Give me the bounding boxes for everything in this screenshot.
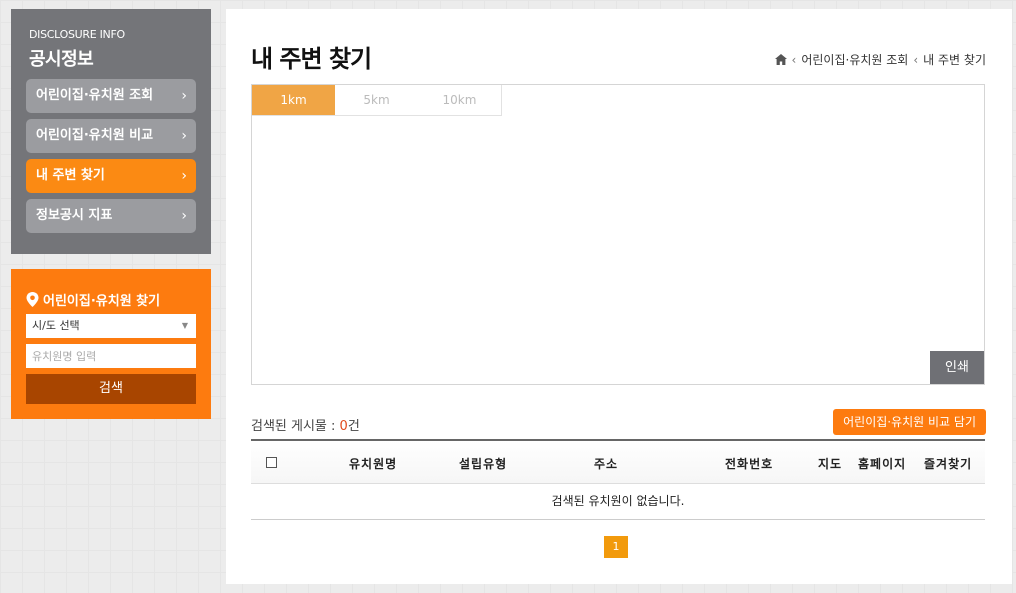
sidebar-item-label: 어린이집·유치원 비교	[36, 128, 154, 143]
column-header-favorite[interactable]: 즐겨찾기	[924, 455, 972, 472]
sidebar-item-search[interactable]: 어린이집·유치원 조회 ›	[26, 79, 196, 113]
region-select-value: 시/도 선택	[32, 319, 80, 332]
result-count-label: 검색된 게시물 :	[251, 419, 340, 434]
search-button[interactable]: 검색	[26, 374, 196, 404]
breadcrumb-separator-icon: ‹	[913, 52, 919, 67]
column-header-homepage[interactable]: 홈페이지	[858, 455, 906, 472]
result-count-unit: 건	[347, 419, 360, 434]
select-all-checkbox[interactable]	[266, 457, 277, 468]
table-header: 유치원명 설립유형 주소 전화번호 지도 홈페이지 즐겨찾기	[251, 439, 985, 484]
column-header-name[interactable]: 유치원명	[349, 455, 397, 472]
sidebar-subtitle: DISCLOSURE INFO	[29, 28, 125, 41]
print-button[interactable]: 인쇄	[930, 351, 984, 384]
search-box: 어린이집·유치원 찾기 시/도 선택 ▼ 검색	[11, 269, 211, 419]
sidebar-item-indicators[interactable]: 정보공시 지표 ›	[26, 199, 196, 233]
pagination-page-1[interactable]: 1	[604, 536, 628, 558]
sidebar-title: 공시정보	[29, 49, 94, 70]
column-header-phone[interactable]: 전화번호	[725, 455, 773, 472]
region-select[interactable]: 시/도 선택 ▼	[26, 314, 196, 338]
breadcrumb-current: 내 주변 찾기	[923, 53, 986, 67]
sidebar-item-label: 정보공시 지표	[36, 208, 113, 223]
search-title-text: 어린이집·유치원 찾기	[43, 294, 161, 309]
search-title: 어린이집·유치원 찾기	[26, 290, 160, 309]
tab-5km[interactable]: 5km	[335, 85, 418, 115]
main-content: 내 주변 찾기 ‹ 어린이집·유치원 조회 ‹ 내 주변 찾기 1km 5km …	[226, 9, 1012, 584]
empty-result-row: 검색된 유치원이 없습니다.	[251, 484, 985, 520]
column-header-type[interactable]: 설립유형	[459, 455, 507, 472]
breadcrumb-separator-icon: ‹	[791, 52, 797, 67]
result-count-value: 0	[339, 419, 348, 434]
add-to-compare-button[interactable]: 어린이집·유치원 비교 담기	[833, 409, 986, 435]
breadcrumb-link-search[interactable]: 어린이집·유치원 조회	[801, 51, 908, 68]
map-area[interactable]: 1km 5km 10km 인쇄	[251, 84, 985, 385]
kindergarten-name-input[interactable]	[26, 344, 196, 368]
breadcrumb: ‹ 어린이집·유치원 조회 ‹ 내 주변 찾기	[774, 51, 986, 68]
chevron-right-icon: ›	[181, 128, 187, 144]
result-count: 검색된 게시물 : 0건	[251, 415, 360, 434]
tab-1km[interactable]: 1km	[252, 85, 335, 115]
column-header-address[interactable]: 주소	[594, 455, 618, 472]
radius-tabs: 1km 5km 10km	[252, 85, 502, 116]
sidebar-item-compare[interactable]: 어린이집·유치원 비교 ›	[26, 119, 196, 153]
sidebar-item-label: 내 주변 찾기	[36, 168, 105, 183]
column-header-map[interactable]: 지도	[818, 455, 842, 472]
chevron-right-icon: ›	[181, 208, 187, 224]
page-title: 내 주변 찾기	[251, 45, 372, 73]
map-pin-icon	[26, 292, 39, 307]
sidebar-item-nearby[interactable]: 내 주변 찾기 ›	[26, 159, 196, 193]
caret-down-icon: ▼	[181, 321, 188, 330]
chevron-right-icon: ›	[181, 168, 187, 184]
sidebar-item-label: 어린이집·유치원 조회	[36, 88, 154, 103]
sidebar-menu: DISCLOSURE INFO 공시정보 어린이집·유치원 조회 › 어린이집·…	[11, 9, 211, 254]
chevron-right-icon: ›	[181, 88, 187, 104]
home-icon[interactable]	[774, 54, 787, 65]
tab-10km[interactable]: 10km	[418, 85, 501, 115]
